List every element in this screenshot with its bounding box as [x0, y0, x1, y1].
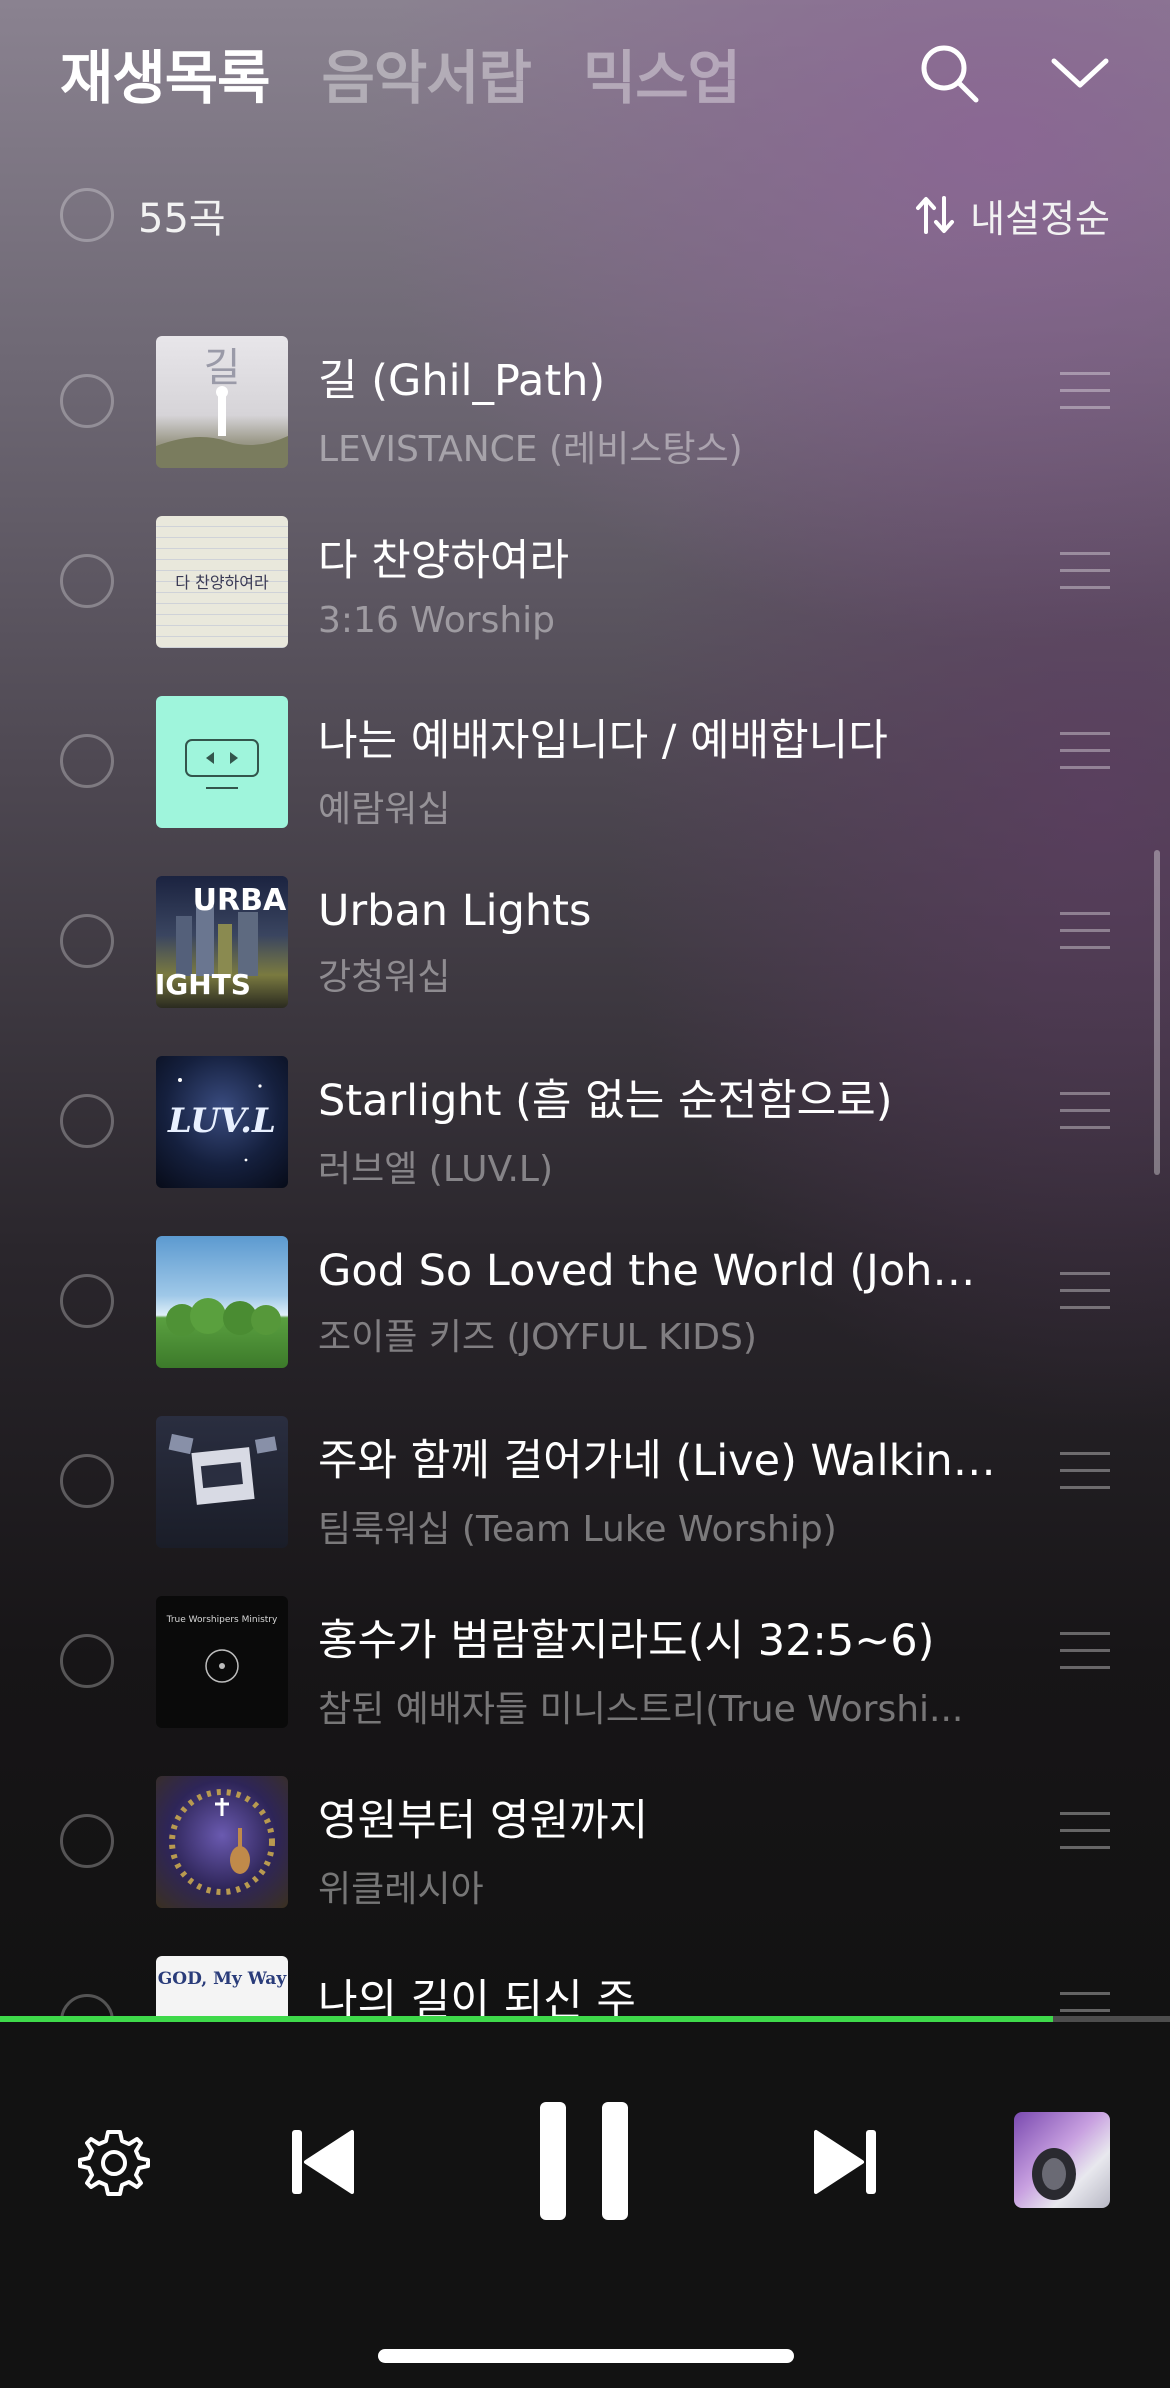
track-artist: 위클레시아: [318, 1869, 484, 1910]
track-select-checkbox[interactable]: [60, 374, 114, 428]
drag-handle-icon[interactable]: [1060, 1092, 1110, 1132]
track-row[interactable]: URBAN LIGHTS Urban Lights 강청워십: [0, 852, 1170, 1032]
album-art: LUV.L: [156, 1056, 288, 1188]
track-select-checkbox[interactable]: [60, 1274, 114, 1328]
track-artist: LEVISTANCE (레비스탕스): [318, 429, 743, 470]
album-art: GOD, My Way: [156, 1956, 288, 2018]
drag-handle-icon[interactable]: [1060, 1452, 1110, 1492]
tab-music-drawer[interactable]: 음악서랍: [321, 31, 531, 115]
drag-handle-icon[interactable]: [1060, 1992, 1110, 2018]
album-art: True Worshipers Ministry: [156, 1596, 288, 1728]
track-row[interactable]: God So Loved the World (John... 조이플 키즈 (…: [0, 1212, 1170, 1392]
list-toolbar: 55곡 내설정순: [60, 185, 1110, 245]
album-art: [156, 696, 288, 828]
sort-button[interactable]: 내설정순: [914, 188, 1110, 243]
select-all-checkbox[interactable]: [60, 188, 114, 242]
album-art: 다 찬양하여라: [156, 516, 288, 648]
track-title: God So Loved the World (John...: [318, 1246, 998, 1296]
album-art: 길: [156, 336, 288, 468]
track-artist: 3:16 Worship: [318, 600, 556, 641]
track-select-checkbox[interactable]: [60, 1634, 114, 1688]
drag-handle-icon[interactable]: [1060, 1272, 1110, 1312]
drag-handle-icon[interactable]: [1060, 1632, 1110, 1672]
track-row[interactable]: 주와 함께 걸어가네 (Live) Walking... 팀룩워십 (Team …: [0, 1392, 1170, 1572]
album-art-text: 길: [204, 345, 241, 391]
drag-handle-icon[interactable]: [1060, 732, 1110, 772]
album-art-text: GOD, My Way: [158, 1969, 288, 1989]
album-art: URBAN LIGHTS: [156, 876, 288, 1008]
track-artist: 참된 예배자들 미니스트리(True Worshi...: [318, 1689, 964, 1730]
track-select-checkbox[interactable]: [60, 914, 114, 968]
track-select-checkbox[interactable]: [60, 1814, 114, 1868]
sort-label: 내설정순: [970, 196, 1110, 241]
track-select-checkbox[interactable]: [60, 1094, 114, 1148]
track-select-checkbox[interactable]: [60, 1994, 114, 2018]
track-select-checkbox[interactable]: [60, 1454, 114, 1508]
album-art-text: LIGHTS: [156, 968, 251, 1001]
now-playing-thumbnail[interactable]: [1014, 2112, 1110, 2208]
album-art-text: 다 찬양하여라: [175, 573, 269, 592]
album-art: [156, 1236, 288, 1368]
track-artist: 예람워십: [318, 789, 451, 830]
tab-mixup[interactable]: 믹스업: [583, 31, 741, 115]
track-row[interactable]: 영원부터 영원까지 위클레시아: [0, 1752, 1170, 1932]
sort-icon: [916, 196, 955, 234]
track-select-checkbox[interactable]: [60, 554, 114, 608]
drag-handle-icon[interactable]: [1060, 1812, 1110, 1852]
track-title: Starlight (흠 없는 순전함으로): [318, 1076, 893, 1126]
pause-icon[interactable]: [536, 2100, 632, 2222]
track-artist: 조이플 키즈 (JOYFUL KIDS): [318, 1317, 757, 1358]
track-title: 나는 예배자입니다 / 예배합니다: [318, 716, 888, 766]
drag-handle-icon[interactable]: [1060, 552, 1110, 592]
track-row[interactable]: GOD, My Way 나의 길이 되신 주: [0, 1932, 1170, 2018]
album-art: [156, 1416, 288, 1548]
album-art-text: LUV.L: [167, 1101, 276, 1141]
drag-handle-icon[interactable]: [1060, 912, 1110, 952]
chevron-down-icon[interactable]: [1050, 55, 1110, 91]
track-title: Urban Lights: [318, 886, 592, 936]
previous-icon[interactable]: [290, 2126, 356, 2198]
track-row[interactable]: 다 찬양하여라 다 찬양하여라 3:16 Worship: [0, 492, 1170, 672]
home-indicator: [378, 2349, 794, 2363]
track-row[interactable]: LUV.L Starlight (흠 없는 순전함으로) 러브엘 (LUV.L): [0, 1032, 1170, 1212]
track-title: 나의 길이 되신 주: [318, 1976, 636, 2018]
track-artist: 러브엘 (LUV.L): [318, 1149, 553, 1190]
track-title: 길 (Ghil_Path): [318, 356, 606, 406]
track-row[interactable]: True Worshipers Ministry 홍수가 범람할지라도(시 32…: [0, 1572, 1170, 1752]
track-title: 홍수가 범람할지라도(시 32:5~6): [318, 1616, 935, 1666]
list-scrollbar[interactable]: [1154, 850, 1160, 1175]
track-row[interactable]: 길 길 (Ghil_Path) LEVISTANCE (레비스탕스): [0, 312, 1170, 492]
player-controls: [0, 2022, 1170, 2388]
top-tab-bar: 재생목록 음악서랍 믹스업: [60, 28, 1110, 118]
track-count: 55곡: [138, 196, 226, 242]
search-icon[interactable]: [918, 42, 980, 104]
track-row[interactable]: 나는 예배자입니다 / 예배합니다 예람워십: [0, 672, 1170, 852]
track-title: 영원부터 영원까지: [318, 1796, 649, 1846]
track-title: 주와 함께 걸어가네 (Live) Walking...: [318, 1436, 998, 1486]
album-art-text: True Worshipers Ministry: [166, 1615, 278, 1625]
track-title: 다 찬양하여라: [318, 536, 570, 586]
next-icon[interactable]: [812, 2126, 878, 2198]
album-art: [156, 1776, 288, 1908]
tab-playlist[interactable]: 재생목록: [60, 31, 270, 115]
track-list[interactable]: 길 길 (Ghil_Path) LEVISTANCE (레비스탕스) 다 찬양하…: [0, 312, 1170, 2018]
track-artist: 팀룩워십 (Team Luke Worship): [318, 1509, 837, 1550]
track-artist: 강청워십: [318, 957, 451, 998]
settings-icon[interactable]: [78, 2126, 150, 2198]
drag-handle-icon[interactable]: [1060, 372, 1110, 412]
album-art-text: URBAN: [193, 883, 288, 918]
track-select-checkbox[interactable]: [60, 734, 114, 788]
